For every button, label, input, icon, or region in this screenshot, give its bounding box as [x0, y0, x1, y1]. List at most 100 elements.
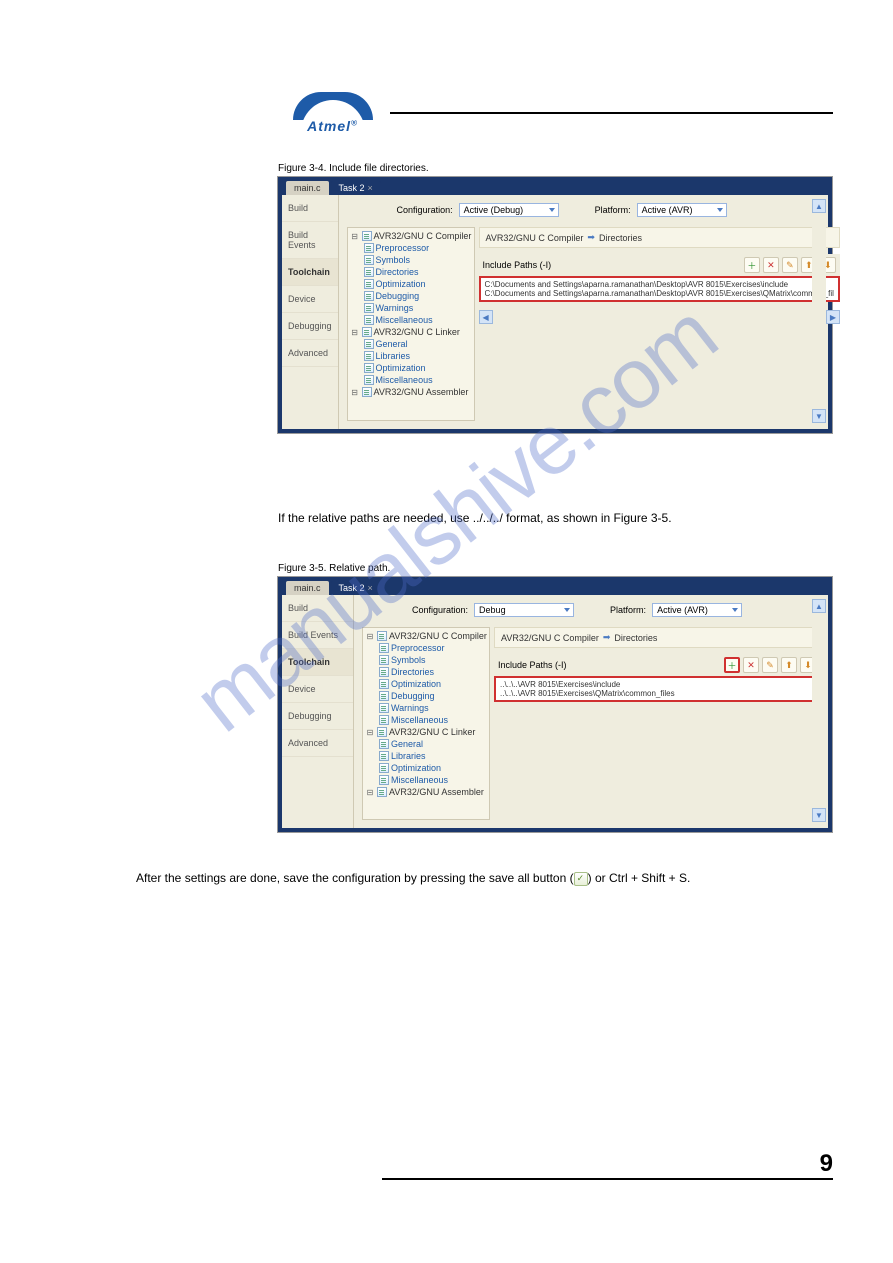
- include-paths-label: Include Paths (-I): [498, 660, 567, 670]
- sidebar-item-toolchain[interactable]: Toolchain: [282, 649, 353, 676]
- add-path-button[interactable]: ＋: [724, 657, 740, 673]
- configuration-label: Configuration:: [412, 605, 468, 615]
- configuration-dropdown[interactable]: Debug: [474, 603, 574, 617]
- scroll-right-icon[interactable]: ▶: [826, 310, 840, 324]
- sidebar-item-advanced[interactable]: Advanced: [282, 730, 353, 757]
- logo-text: Atmel: [307, 118, 351, 134]
- tab-main-c[interactable]: main.c: [286, 581, 329, 595]
- doc-icon: [364, 351, 374, 361]
- sidebar-item-build-events[interactable]: Build Events: [282, 222, 338, 259]
- arrow-icon: ➡: [587, 232, 595, 243]
- sidebar-item-build[interactable]: Build: [282, 595, 353, 622]
- v-scrollbar[interactable]: ▲ ▼: [812, 599, 826, 822]
- collapse-icon[interactable]: ⊟: [350, 231, 360, 241]
- toolchain-tree[interactable]: ⊟AVR32/GNU C Compiler Preprocessor Symbo…: [362, 627, 490, 820]
- sidebar-item-debugging[interactable]: Debugging: [282, 313, 338, 340]
- doc-icon: [364, 243, 374, 253]
- config-row: Configuration: Debug Platform: Active (A…: [412, 603, 820, 617]
- collapse-icon[interactable]: ⊟: [365, 787, 375, 797]
- path-row[interactable]: C:\Documents and Settings\aparna.ramanat…: [485, 289, 834, 298]
- collapse-icon[interactable]: ⊟: [365, 631, 375, 641]
- doc-icon: [364, 291, 374, 301]
- doc-icon: [377, 787, 387, 797]
- path-row[interactable]: ..\..\..\AVR 8015\Exercises\include: [500, 680, 814, 689]
- edit-path-button[interactable]: ✎: [762, 657, 778, 673]
- header-rule: [390, 112, 833, 114]
- scroll-down-icon[interactable]: ▼: [812, 409, 826, 423]
- configuration-dropdown[interactable]: Active (Debug): [459, 203, 559, 217]
- tab-task2[interactable]: Task 2 ×: [331, 581, 381, 595]
- figure-1-caption: Figure 3-4. Include file directories.: [278, 163, 429, 174]
- collapse-icon[interactable]: ⊟: [350, 387, 360, 397]
- scroll-up-icon[interactable]: ▲: [812, 199, 826, 213]
- doc-icon: [379, 655, 389, 665]
- header-bar: Atmel®: [285, 85, 833, 140]
- collapse-icon[interactable]: ⊟: [350, 327, 360, 337]
- sidebar-item-toolchain[interactable]: Toolchain: [282, 259, 338, 286]
- doc-icon: [379, 691, 389, 701]
- doc-icon: [379, 763, 389, 773]
- platform-dropdown[interactable]: Active (AVR): [637, 203, 727, 217]
- doc-icon: [364, 375, 374, 385]
- path-row[interactable]: C:\Documents and Settings\aparna.ramanat…: [485, 280, 834, 289]
- sidebar-item-build[interactable]: Build: [282, 195, 338, 222]
- remove-path-button[interactable]: ✕: [763, 257, 779, 273]
- configuration-label: Configuration:: [397, 205, 453, 215]
- close-icon[interactable]: ×: [368, 183, 373, 193]
- doc-icon: [379, 739, 389, 749]
- doc-icon: [364, 339, 374, 349]
- editor-tabs: main.c Task 2 ×: [278, 577, 832, 595]
- doc-icon: [364, 267, 374, 277]
- save-instruction: After the settings are done, save the co…: [136, 870, 836, 886]
- breadcrumb: AVR32/GNU C Compiler ➡ Directories: [494, 627, 820, 648]
- platform-dropdown[interactable]: Active (AVR): [652, 603, 742, 617]
- doc-icon: [362, 327, 372, 337]
- sidebar-item-build-events[interactable]: Build Events: [282, 622, 353, 649]
- scroll-down-icon[interactable]: ▼: [812, 808, 826, 822]
- include-paths-list[interactable]: C:\Documents and Settings\aparna.ramanat…: [479, 276, 840, 302]
- tab-task2[interactable]: Task 2 ×: [331, 181, 381, 195]
- sidebar-item-advanced[interactable]: Advanced: [282, 340, 338, 367]
- scroll-left-icon[interactable]: ◀: [479, 310, 493, 324]
- v-scrollbar[interactable]: ▲ ▼: [812, 199, 826, 423]
- doc-icon: [362, 387, 372, 397]
- toolchain-tree[interactable]: ⊟AVR32/GNU C Compiler Preprocessor Symbo…: [347, 227, 475, 421]
- path-row[interactable]: ..\..\..\AVR 8015\Exercises\QMatrix\comm…: [500, 689, 814, 698]
- settings-sidebar: Build Build Events Toolchain Device Debu…: [282, 595, 354, 828]
- save-all-icon: [574, 872, 588, 886]
- doc-icon: [379, 667, 389, 677]
- relative-path-note: If the relative paths are needed, use ..…: [278, 510, 838, 526]
- doc-icon: [379, 775, 389, 785]
- footer-rule: [382, 1178, 833, 1180]
- doc-icon: [364, 315, 374, 325]
- config-row: Configuration: Active (Debug) Platform: …: [397, 203, 840, 217]
- move-up-button[interactable]: ⬆: [781, 657, 797, 673]
- doc-icon: [377, 631, 387, 641]
- doc-icon: [362, 231, 372, 241]
- platform-label: Platform:: [595, 205, 631, 215]
- remove-path-button[interactable]: ✕: [743, 657, 759, 673]
- doc-icon: [379, 679, 389, 689]
- breadcrumb: AVR32/GNU C Compiler ➡ Directories: [479, 227, 840, 248]
- doc-icon: [377, 727, 387, 737]
- collapse-icon[interactable]: ⊟: [365, 727, 375, 737]
- doc-icon: [379, 751, 389, 761]
- doc-icon: [364, 363, 374, 373]
- sidebar-item-device[interactable]: Device: [282, 286, 338, 313]
- sidebar-item-device[interactable]: Device: [282, 676, 353, 703]
- include-paths-label: Include Paths (-I): [483, 260, 552, 270]
- doc-icon: [364, 303, 374, 313]
- sidebar-item-debugging[interactable]: Debugging: [282, 703, 353, 730]
- h-scrollbar[interactable]: ◀ ▶: [479, 310, 840, 324]
- doc-icon: [364, 255, 374, 265]
- scroll-up-icon[interactable]: ▲: [812, 599, 826, 613]
- close-icon[interactable]: ×: [368, 583, 373, 593]
- include-paths-list[interactable]: ..\..\..\AVR 8015\Exercises\include ..\.…: [494, 676, 820, 702]
- tab-main-c[interactable]: main.c: [286, 181, 329, 195]
- screenshot-relative-path: main.c Task 2 × Build Build Events Toolc…: [277, 576, 833, 833]
- atmel-logo: Atmel®: [285, 85, 380, 140]
- screenshot-include-directories: main.c Task 2 × Build Build Events Toolc…: [277, 176, 833, 434]
- edit-path-button[interactable]: ✎: [782, 257, 798, 273]
- doc-icon: [379, 643, 389, 653]
- add-path-button[interactable]: ＋: [744, 257, 760, 273]
